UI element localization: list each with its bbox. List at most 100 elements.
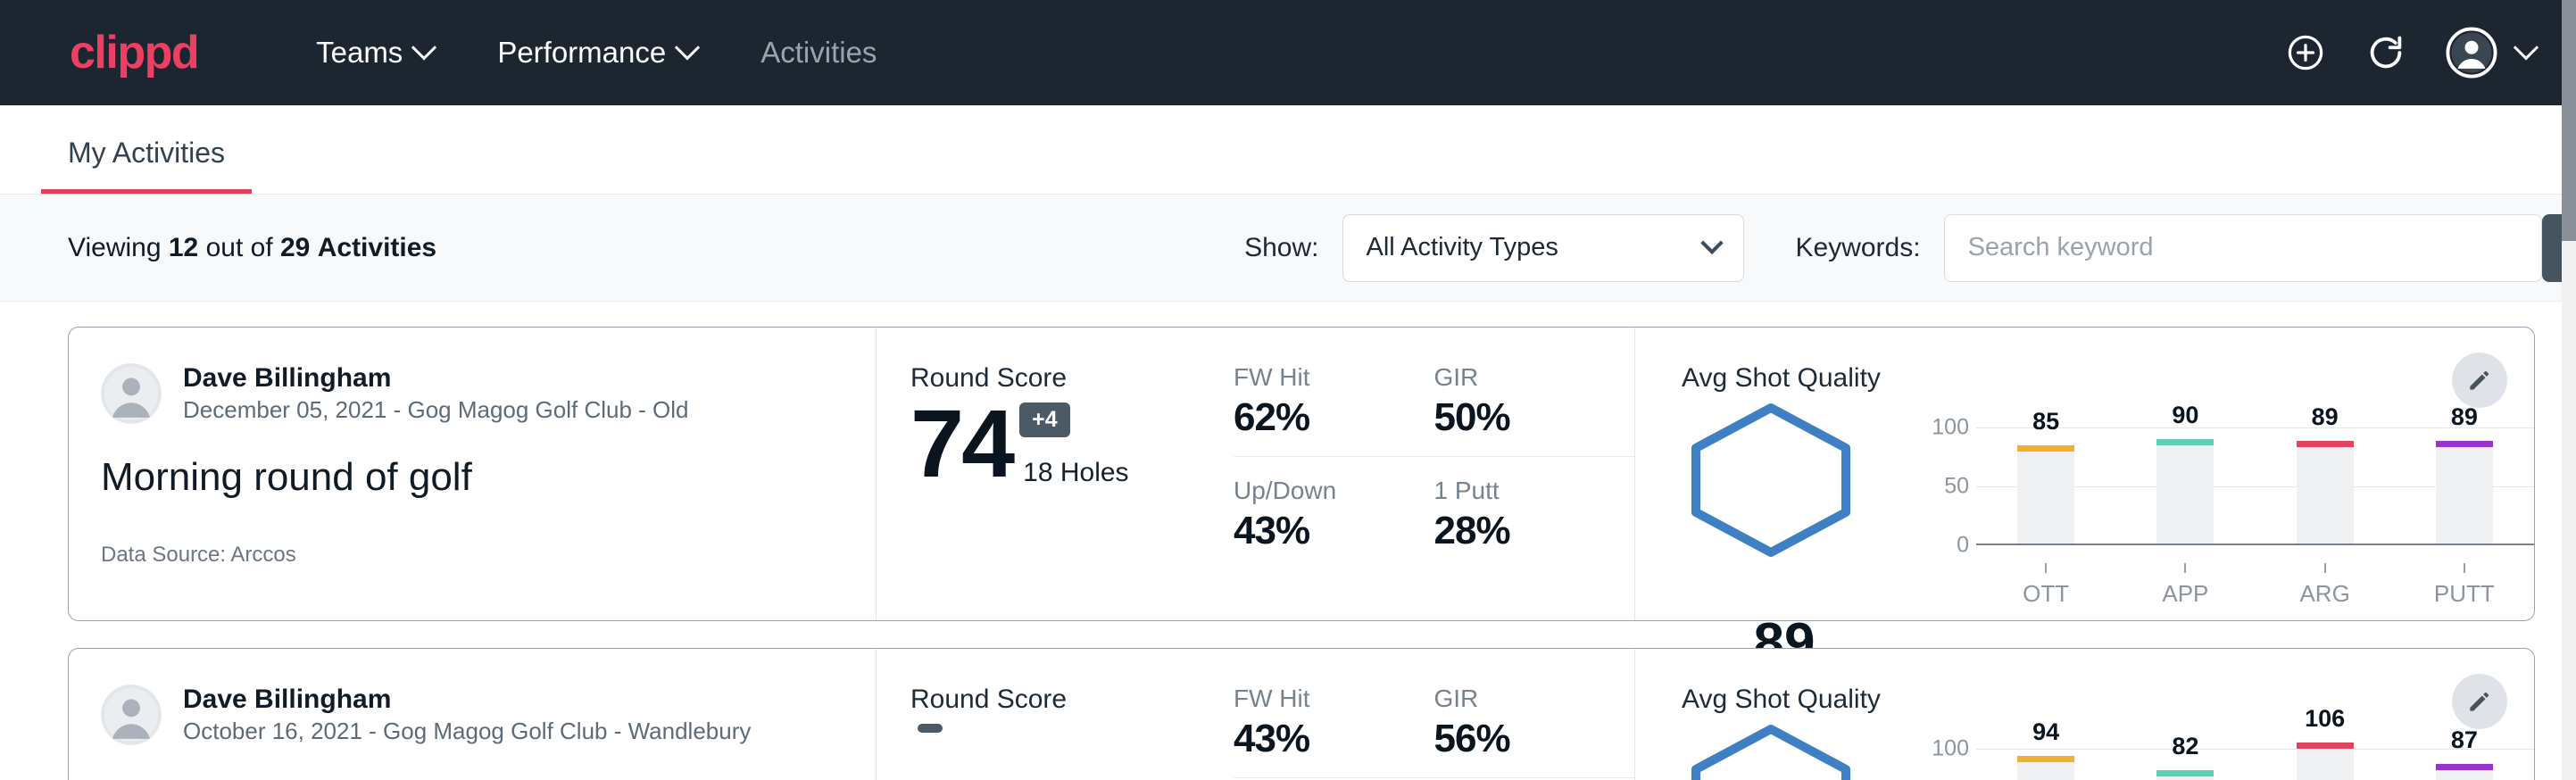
x-tick-label: ARG bbox=[2256, 580, 2395, 608]
chevron-down-icon bbox=[675, 35, 700, 60]
chevron-down-icon bbox=[1700, 231, 1723, 253]
person-icon bbox=[101, 363, 162, 424]
bar-cap bbox=[2156, 439, 2214, 445]
stat-one-putt: 1 Putt 28% bbox=[1434, 457, 1635, 553]
primary-nav: Teams Performance Activities bbox=[284, 36, 909, 70]
top-navigation-bar: clippd Teams Performance Activities bbox=[0, 0, 2576, 105]
bar-cap bbox=[2156, 770, 2214, 776]
data-source: Data Source: Arccos bbox=[101, 543, 876, 568]
shot-quality-chart: 100 50 0 94 bbox=[1921, 734, 2534, 780]
tab-my-activities[interactable]: My Activities bbox=[41, 137, 252, 194]
keywords-group: Keywords: Search keyword bbox=[1796, 214, 2542, 282]
hexagon-icon bbox=[1682, 401, 1860, 560]
tab-label: My Activities bbox=[68, 137, 225, 169]
search-input[interactable]: Search keyword bbox=[1944, 214, 2542, 282]
bar-cap bbox=[2436, 764, 2493, 770]
chart-axis-line bbox=[1976, 544, 2534, 545]
x-tick-label: PUTT bbox=[2395, 580, 2534, 608]
avg-shot-quality-section: Avg Shot Quality 100 50 0 bbox=[1635, 649, 2534, 780]
y-tick-label: 50 bbox=[1944, 474, 1969, 500]
bar-column: 89 bbox=[2395, 413, 2534, 544]
x-tick-label: OTT bbox=[1976, 580, 2115, 608]
viewing-mid: out of bbox=[206, 233, 273, 262]
y-tick-label: 0 bbox=[1957, 533, 1969, 559]
app-logo[interactable]: clippd bbox=[70, 29, 198, 76]
pencil-icon bbox=[2465, 687, 2494, 716]
bar-cap bbox=[2436, 441, 2493, 447]
score-to-par-badge: +4 bbox=[1019, 402, 1070, 437]
bar-cap bbox=[2297, 441, 2354, 447]
chart-y-axis: 100 50 0 bbox=[1921, 749, 1976, 780]
x-tick-label: APP bbox=[2115, 580, 2255, 608]
activity-title: Morning round of golf bbox=[101, 455, 876, 500]
nav-item-label: Activities bbox=[760, 36, 877, 70]
activity-type-select[interactable]: All Activity Types bbox=[1342, 214, 1744, 282]
avg-shot-quality-label: Avg Shot Quality bbox=[1682, 685, 2534, 715]
stat-label: 1 Putt bbox=[1434, 477, 1608, 505]
show-filter-group: Show: All Activity Types bbox=[1244, 214, 1743, 282]
activity-card[interactable]: Dave Billingham December 05, 2021 - Gog … bbox=[68, 327, 2535, 621]
avg-shot-quality-section: Avg Shot Quality 89 100 50 0 bbox=[1635, 328, 2534, 620]
bar-value-label: 82 bbox=[2121, 733, 2249, 760]
refresh-icon[interactable] bbox=[2365, 32, 2406, 73]
activity-card[interactable]: Dave Billingham October 16, 2021 - Gog M… bbox=[68, 648, 2535, 780]
bar-value-label: 89 bbox=[2261, 403, 2389, 431]
bar-cap bbox=[2017, 756, 2074, 762]
edit-activity-button[interactable] bbox=[2452, 674, 2507, 729]
scrollbar-thumb[interactable] bbox=[2562, 0, 2576, 241]
avatar bbox=[101, 685, 162, 745]
activity-author: Dave Billingham December 05, 2021 - Gog … bbox=[101, 361, 876, 425]
nav-actions bbox=[2285, 27, 2535, 79]
nav-item-performance[interactable]: Performance bbox=[465, 36, 728, 70]
nav-item-label: Performance bbox=[497, 36, 666, 70]
holes-played: 18 Holes bbox=[1023, 458, 1128, 488]
y-tick-label: 100 bbox=[1932, 736, 1969, 762]
stat-up-down: Up/Down 43% bbox=[1234, 457, 1434, 553]
stat-value: 43% bbox=[1234, 717, 1408, 761]
show-label: Show: bbox=[1244, 233, 1318, 263]
bar-column: 85 bbox=[1976, 413, 2115, 544]
avatar bbox=[101, 363, 162, 424]
shot-quality-chart: 100 50 0 85 bbox=[1921, 413, 2534, 608]
account-avatar[interactable] bbox=[2446, 27, 2535, 79]
round-score-section: Round Score bbox=[877, 649, 1234, 780]
bar-cap bbox=[2017, 445, 2074, 452]
pencil-icon bbox=[2465, 366, 2494, 394]
edit-activity-button[interactable] bbox=[2452, 353, 2507, 408]
bar-value-label: 89 bbox=[2400, 403, 2529, 431]
round-stats: FW Hit 43% GIR 56% Up/Down 1 Putt bbox=[1234, 649, 1635, 780]
stat-fw-hit: FW Hit 43% bbox=[1234, 685, 1434, 778]
stat-value: 56% bbox=[1434, 717, 1608, 761]
bar-column: 89 bbox=[2256, 413, 2395, 544]
player-name: Dave Billingham bbox=[183, 683, 751, 717]
bar-column: 90 bbox=[2115, 413, 2255, 544]
add-circle-icon[interactable] bbox=[2285, 32, 2326, 73]
activity-author: Dave Billingham October 16, 2021 - Gog M… bbox=[101, 683, 876, 746]
activity-summary: Dave Billingham October 16, 2021 - Gog M… bbox=[69, 649, 877, 780]
bar-column: 82 bbox=[2115, 734, 2255, 780]
hexagon-icon bbox=[1682, 722, 1860, 780]
y-tick-label: 100 bbox=[1932, 415, 1969, 441]
stat-value: 28% bbox=[1434, 509, 1608, 553]
stat-gir: GIR 50% bbox=[1434, 363, 1635, 457]
activity-list: Dave Billingham December 05, 2021 - Gog … bbox=[0, 302, 2576, 780]
bar-column: 106 bbox=[2256, 734, 2395, 780]
chart-y-axis: 100 50 0 bbox=[1921, 427, 1976, 545]
bar-value-label: 106 bbox=[2261, 705, 2389, 733]
nav-item-teams[interactable]: Teams bbox=[284, 36, 465, 70]
stat-label: GIR bbox=[1434, 685, 1608, 713]
player-name: Dave Billingham bbox=[183, 361, 689, 395]
quality-hexagon: 89 bbox=[1682, 401, 1887, 564]
activity-meta: December 05, 2021 - Gog Magog Golf Club … bbox=[183, 395, 689, 426]
quality-hexagon bbox=[1682, 722, 1887, 780]
nav-item-activities[interactable]: Activities bbox=[728, 36, 909, 70]
round-stats: FW Hit 62% GIR 50% Up/Down 43% 1 Putt 28… bbox=[1234, 328, 1635, 620]
stat-label: FW Hit bbox=[1234, 685, 1408, 713]
stat-value: 50% bbox=[1434, 395, 1608, 440]
round-score-section: Round Score 74 +4 18 Holes bbox=[877, 328, 1234, 620]
chevron-down-icon bbox=[411, 35, 436, 60]
tab-bar: My Activities bbox=[0, 105, 2576, 195]
stat-label: GIR bbox=[1434, 363, 1608, 392]
activity-meta: October 16, 2021 - Gog Magog Golf Club -… bbox=[183, 717, 751, 747]
page-scrollbar[interactable] bbox=[2562, 0, 2576, 780]
